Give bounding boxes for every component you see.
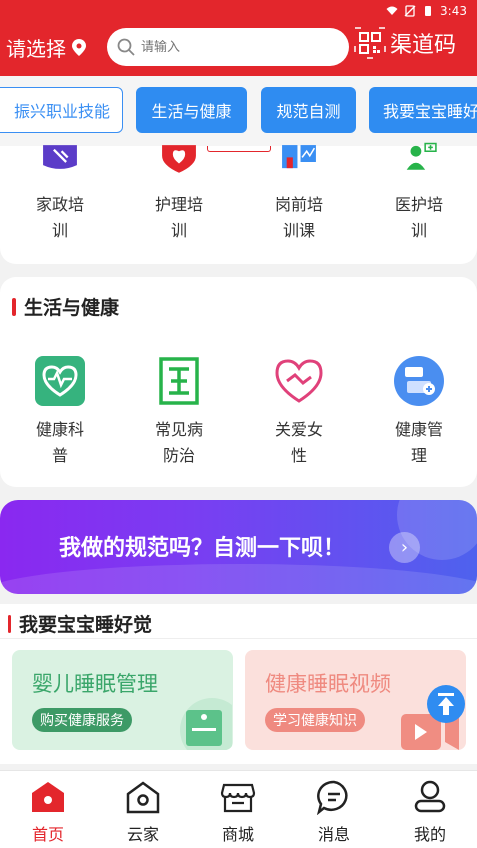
- location-label: 请选择: [6, 36, 66, 61]
- nav-home[interactable]: 首页: [8, 779, 88, 845]
- housekeeping-icon: [43, 145, 77, 169]
- grid-item-nursing[interactable]: 护理培 训: [129, 142, 229, 244]
- nursing-heart-icon: [162, 145, 196, 173]
- battery-icon: [425, 6, 432, 16]
- channel-code-button[interactable]: 渠道码: [354, 27, 456, 59]
- search-input[interactable]: [141, 39, 321, 55]
- chevron-right-icon[interactable]: ›: [389, 532, 420, 563]
- pre-job-training-icon: [282, 145, 316, 169]
- nav-store[interactable]: 商城: [198, 779, 278, 845]
- wifi-icon: [386, 6, 398, 15]
- status-bar: 3:43: [386, 2, 467, 20]
- grid-item-medical[interactable]: 医护培 训: [369, 142, 469, 244]
- status-time: 3:43: [440, 4, 467, 18]
- baby-sleep-title: 我要宝宝睡好觉: [8, 610, 152, 637]
- top-bar: 3:43 请选择 渠道码: [0, 0, 477, 76]
- header: 请选择 渠道码: [0, 24, 477, 70]
- buy-service-button[interactable]: 购买健康服务: [32, 708, 132, 732]
- life-health-card: 生活与健康 健康科 普 常见病 防治 关爱女 性 健康管 理: [0, 277, 477, 487]
- qr-label: 渠道码: [390, 33, 457, 58]
- nav-profile[interactable]: 我的: [390, 779, 470, 845]
- training-card: 家政培 训 护理培 训 岗前培 训课 医护培 训: [0, 142, 477, 264]
- title-accent-bar: [12, 297, 16, 316]
- cloud-home-icon: [126, 781, 160, 814]
- qr-code-icon: [354, 27, 386, 59]
- grid-item-prejob[interactable]: 岗前培 训课: [249, 142, 349, 244]
- sleep-video-title: 健康睡眠视频: [265, 672, 391, 696]
- learn-knowledge-button[interactable]: 学习健康知识: [265, 708, 365, 732]
- message-icon: [316, 780, 348, 816]
- package-icon: [180, 698, 232, 750]
- medical-staff-icon: [406, 142, 437, 170]
- search-icon: [117, 38, 135, 56]
- store-icon: [220, 783, 256, 813]
- section-divider: [0, 638, 477, 639]
- profile-icon: [414, 780, 446, 813]
- location-pin-icon: [72, 38, 86, 56]
- self-test-banner[interactable]: 我做的规范吗？自测一下呗！ ›: [0, 500, 477, 594]
- health-management-icon: [394, 356, 444, 406]
- tab-self-test[interactable]: 规范自测: [261, 87, 356, 133]
- grid-item-disease-prevention[interactable]: 常见病 防治: [129, 355, 229, 469]
- bottom-navigation: 首页 云家 商城 消息 我的: [0, 770, 477, 848]
- category-tabs: 振兴职业技能 生活与健康 规范自测 我要宝宝睡好觉: [0, 76, 477, 146]
- arrow-up-icon: [438, 693, 454, 715]
- home-icon: [32, 782, 64, 812]
- no-sim-icon: [404, 5, 416, 17]
- tab-life-health[interactable]: 生活与健康: [136, 87, 247, 133]
- title-accent-bar: [8, 614, 11, 633]
- tab-baby-sleep[interactable]: 我要宝宝睡好觉: [369, 87, 477, 133]
- search-box[interactable]: [107, 28, 349, 66]
- disease-prevention-icon: [159, 357, 199, 405]
- tab-vocational-skills[interactable]: 振兴职业技能: [0, 87, 123, 133]
- grid-item-housekeeping[interactable]: 家政培 训: [10, 142, 110, 244]
- grid-item-health-management[interactable]: 健康管 理: [369, 355, 469, 469]
- location-selector[interactable]: 请选择: [6, 33, 86, 62]
- scroll-to-top-button[interactable]: [427, 685, 465, 723]
- nav-cloud-home[interactable]: 云家: [103, 779, 183, 845]
- grid-item-health-science[interactable]: 健康科 普: [10, 355, 110, 469]
- life-health-title: 生活与健康: [12, 293, 119, 320]
- banner-wave: [0, 564, 477, 594]
- nav-messages[interactable]: 消息: [294, 779, 374, 845]
- infant-sleep-title: 婴儿睡眠管理: [32, 672, 158, 696]
- health-science-icon: [35, 356, 85, 406]
- infant-sleep-card[interactable]: 婴儿睡眠管理 购买健康服务: [12, 650, 233, 750]
- grid-item-care-women[interactable]: 关爱女 性: [249, 355, 349, 469]
- banner-text: 我做的规范吗？自测一下呗！: [59, 536, 346, 561]
- care-women-icon: [275, 359, 323, 403]
